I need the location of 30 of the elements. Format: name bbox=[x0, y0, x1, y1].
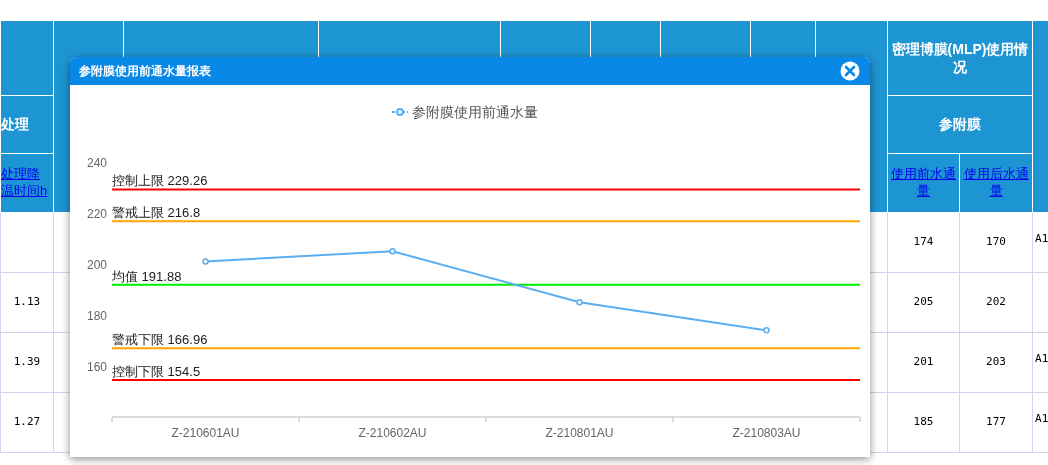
axis-tick-label: Z-210803AU bbox=[732, 426, 801, 440]
axis-tick-label: 220 bbox=[86, 207, 107, 221]
axis-tick-label: Z-210602AU bbox=[358, 426, 427, 440]
table-cell: 202 bbox=[959, 272, 1033, 333]
table-cell: 1.13 bbox=[0, 272, 54, 333]
axis-tick-label: 240 bbox=[86, 156, 107, 170]
column-header: 参附膜 bbox=[887, 95, 1033, 154]
table-cell: 1.39 bbox=[0, 332, 54, 393]
table-cell: 170 bbox=[959, 212, 1033, 273]
limit-label: 均值 191.88 bbox=[112, 268, 182, 284]
axis-tick-label: Z-210801AU bbox=[545, 426, 614, 440]
table-cell: 174 bbox=[887, 212, 960, 273]
axis-tick-label: 200 bbox=[86, 258, 107, 272]
table-cell: 1.27 bbox=[0, 392, 54, 453]
limit-label: 控制上限 229.26 bbox=[112, 173, 208, 189]
limit-label: 警戒上限 216.8 bbox=[112, 205, 201, 221]
table-cell: 177 bbox=[959, 392, 1033, 453]
table-cell: 185 bbox=[887, 392, 960, 453]
legend-label: 参附膜使用前通水量 bbox=[412, 104, 538, 120]
axis-tick-label: 160 bbox=[86, 360, 107, 374]
limit-label: 控制下限 154.5 bbox=[112, 364, 201, 379]
column-group-header: 密理博膜(MLP)使用情况 bbox=[887, 20, 1033, 96]
axis-tick-label: 180 bbox=[86, 309, 107, 323]
axis-tick-label: Z-210601AU bbox=[171, 426, 240, 440]
table-cell: 201 bbox=[887, 332, 960, 393]
table-cell: 203 bbox=[959, 332, 1033, 393]
column-header: 处理 bbox=[0, 95, 54, 154]
dialog-title: 参附膜使用前通水量报表 bbox=[79, 63, 211, 80]
table-cell: 205 bbox=[887, 272, 960, 333]
limit-label: 警戒下限 166.96 bbox=[112, 332, 208, 348]
